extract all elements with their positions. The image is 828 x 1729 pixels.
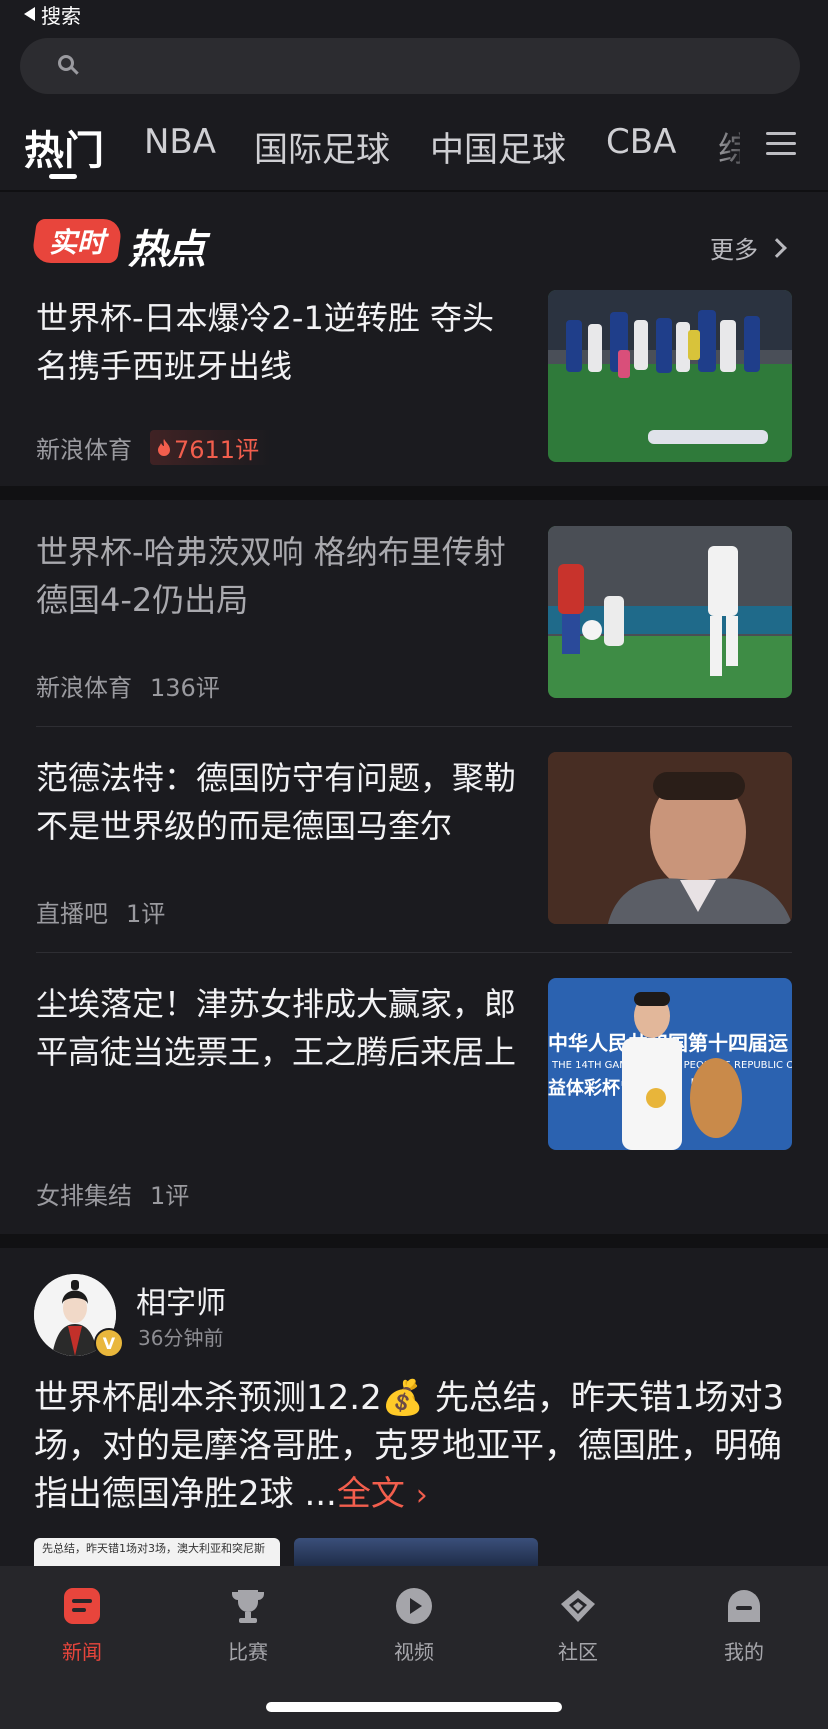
news-item[interactable]: 尘埃落定！津苏女排成大赢家，郎平高徒当选票王，王之腾后来居上 女排集结 1评 中… xyxy=(0,968,828,1230)
news-thumbnail xyxy=(548,290,792,462)
nav-news[interactable]: 新闻 xyxy=(22,1586,142,1665)
tab-active-indicator xyxy=(49,174,77,179)
post-image[interactable]: 先总结，昨天错1场对3场，澳大利亚和突尼斯 xyxy=(34,1538,280,1568)
news-meta: 新浪体育 136评 xyxy=(36,668,220,703)
comment-count: 1评 xyxy=(150,1182,190,1210)
news-meta: 直播吧 1评 xyxy=(36,894,165,929)
hot-title: 热点 xyxy=(128,227,206,273)
news-title: 世界杯-日本爆冷2-1逆转胜 夺头名携手西班牙出线 xyxy=(36,299,494,385)
post-time: 36分钟前 xyxy=(138,1326,224,1350)
news-item[interactable]: 范德法特：德国防守有问题，聚勒不是世界级的而是德国马奎尔 直播吧 1评 xyxy=(0,742,828,952)
nav-video[interactable]: 视频 xyxy=(354,1586,474,1665)
search-bar[interactable] xyxy=(20,38,800,94)
tab-hot[interactable]: 热门 xyxy=(24,118,104,176)
verified-badge: V xyxy=(94,1328,124,1358)
news-meta: 新浪体育 7611评 xyxy=(36,430,272,465)
news-title: 世界杯-哈弗茨双响 格纳布里传射 德国4-2仍出局 xyxy=(36,533,506,619)
news-source: 直播吧 xyxy=(36,900,108,928)
news-icon xyxy=(62,1586,102,1626)
news-source: 女排集结 xyxy=(36,1182,132,1210)
realtime-badge: 实时 xyxy=(30,219,124,263)
post-body[interactable]: 世界杯剧本杀预测12.2💰 先总结，昨天错1场对3场，对的是摩洛哥胜，克罗地亚平… xyxy=(34,1374,794,1520)
back-to-search[interactable]: 搜索 xyxy=(24,0,81,28)
back-label: 搜索 xyxy=(41,3,81,28)
news-title: 尘埃落定！津苏女排成大赢家，郎平高徒当选票王，王之腾后来居上 xyxy=(36,985,517,1071)
tab-cn-football[interactable]: 中国足球 xyxy=(430,122,566,171)
section-gap xyxy=(0,1234,828,1248)
tabs-fade xyxy=(700,104,760,188)
section-gap xyxy=(0,486,828,500)
play-icon xyxy=(394,1586,434,1626)
tab-cba[interactable]: CBA xyxy=(606,122,676,162)
chevron-right-icon xyxy=(767,237,787,258)
trophy-icon xyxy=(228,1586,268,1626)
channel-menu-icon[interactable] xyxy=(766,130,796,158)
news-thumbnail xyxy=(548,526,792,698)
news-meta: 女排集结 1评 xyxy=(36,1176,189,1211)
news-thumbnail xyxy=(548,752,792,924)
nav-community[interactable]: 社区 xyxy=(518,1586,638,1665)
more-link[interactable]: 更多 xyxy=(710,230,787,265)
news-title: 范德法特：德国防守有问题，聚勒不是世界级的而是德国马奎尔 xyxy=(36,759,517,845)
tab-intl-football[interactable]: 国际足球 xyxy=(254,122,390,171)
comment-count: 136评 xyxy=(150,674,220,702)
more-label: 更多 xyxy=(710,236,758,264)
post-author[interactable]: 相字师 xyxy=(136,1278,226,1322)
tab-nba[interactable]: NBA xyxy=(144,122,216,162)
divider xyxy=(36,726,792,727)
full-text-link[interactable]: 全文 › xyxy=(337,1474,428,1514)
news-item[interactable]: 世界杯-日本爆冷2-1逆转胜 夺头名携手西班牙出线 新浪体育 7611评 xyxy=(0,280,828,480)
search-icon xyxy=(58,55,74,71)
nav-matches[interactable]: 比赛 xyxy=(188,1586,308,1665)
flame-icon xyxy=(158,438,170,456)
home-indicator xyxy=(266,1702,562,1712)
hot-comment-count: 7611评 xyxy=(150,430,272,465)
post-image[interactable] xyxy=(294,1538,538,1568)
news-source: 新浪体育 xyxy=(36,436,132,464)
nav-profile[interactable]: 我的 xyxy=(684,1586,804,1665)
profile-icon xyxy=(724,1586,764,1626)
divider xyxy=(36,952,792,953)
back-arrow-icon xyxy=(24,7,35,21)
news-item[interactable]: 世界杯-哈弗茨双响 格纳布里传射 德国4-2仍出局 新浪体育 136评 xyxy=(0,516,828,726)
bottom-nav: 新闻 比赛 视频 社区 我的 xyxy=(0,1566,828,1729)
news-source: 新浪体育 xyxy=(36,674,132,702)
community-icon xyxy=(558,1586,598,1626)
comment-count: 1评 xyxy=(126,900,166,928)
news-thumbnail: 中华人民共和国第十四届运 THE 14TH GAMES OF THE PEOPL… xyxy=(548,978,792,1150)
category-tabs: 热门 NBA 国际足球 中国足球 CBA 综 xyxy=(0,104,828,192)
